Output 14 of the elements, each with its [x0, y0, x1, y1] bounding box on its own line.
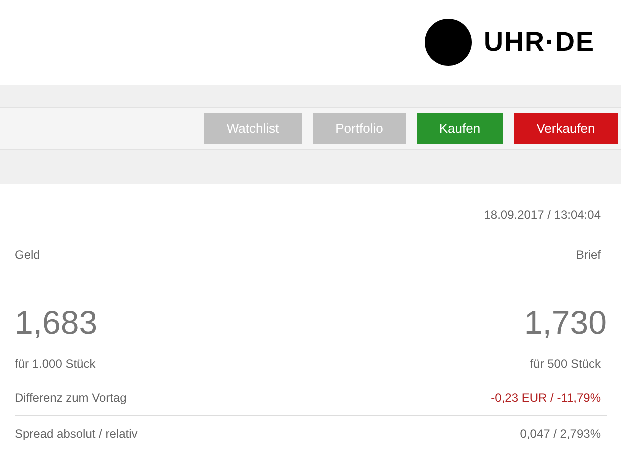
timestamp: 18.09.2017 / 13:04:04 [484, 207, 601, 224]
quote-label: Geld [15, 247, 40, 264]
stat-value: 0,047 / 2,793% [520, 426, 601, 442]
stat-label: Differenz zum Vortag [15, 390, 127, 407]
stat-label: Spread absolut / relativ [15, 426, 138, 442]
sell-button[interactable]: Verkaufen [514, 113, 618, 144]
buy-button[interactable]: Kaufen [417, 113, 503, 144]
quote-size: für 1.000 Stück [15, 356, 96, 373]
quote-label: Brief [576, 247, 601, 264]
stat-value: -0,23 EUR / -11,79% [491, 390, 601, 407]
quote-price: 1,683 [15, 303, 98, 343]
quote-size: für 500 Stück [530, 356, 601, 373]
logo-text: UHR·DE [484, 26, 595, 60]
quote-price: 1,730 [524, 303, 607, 343]
